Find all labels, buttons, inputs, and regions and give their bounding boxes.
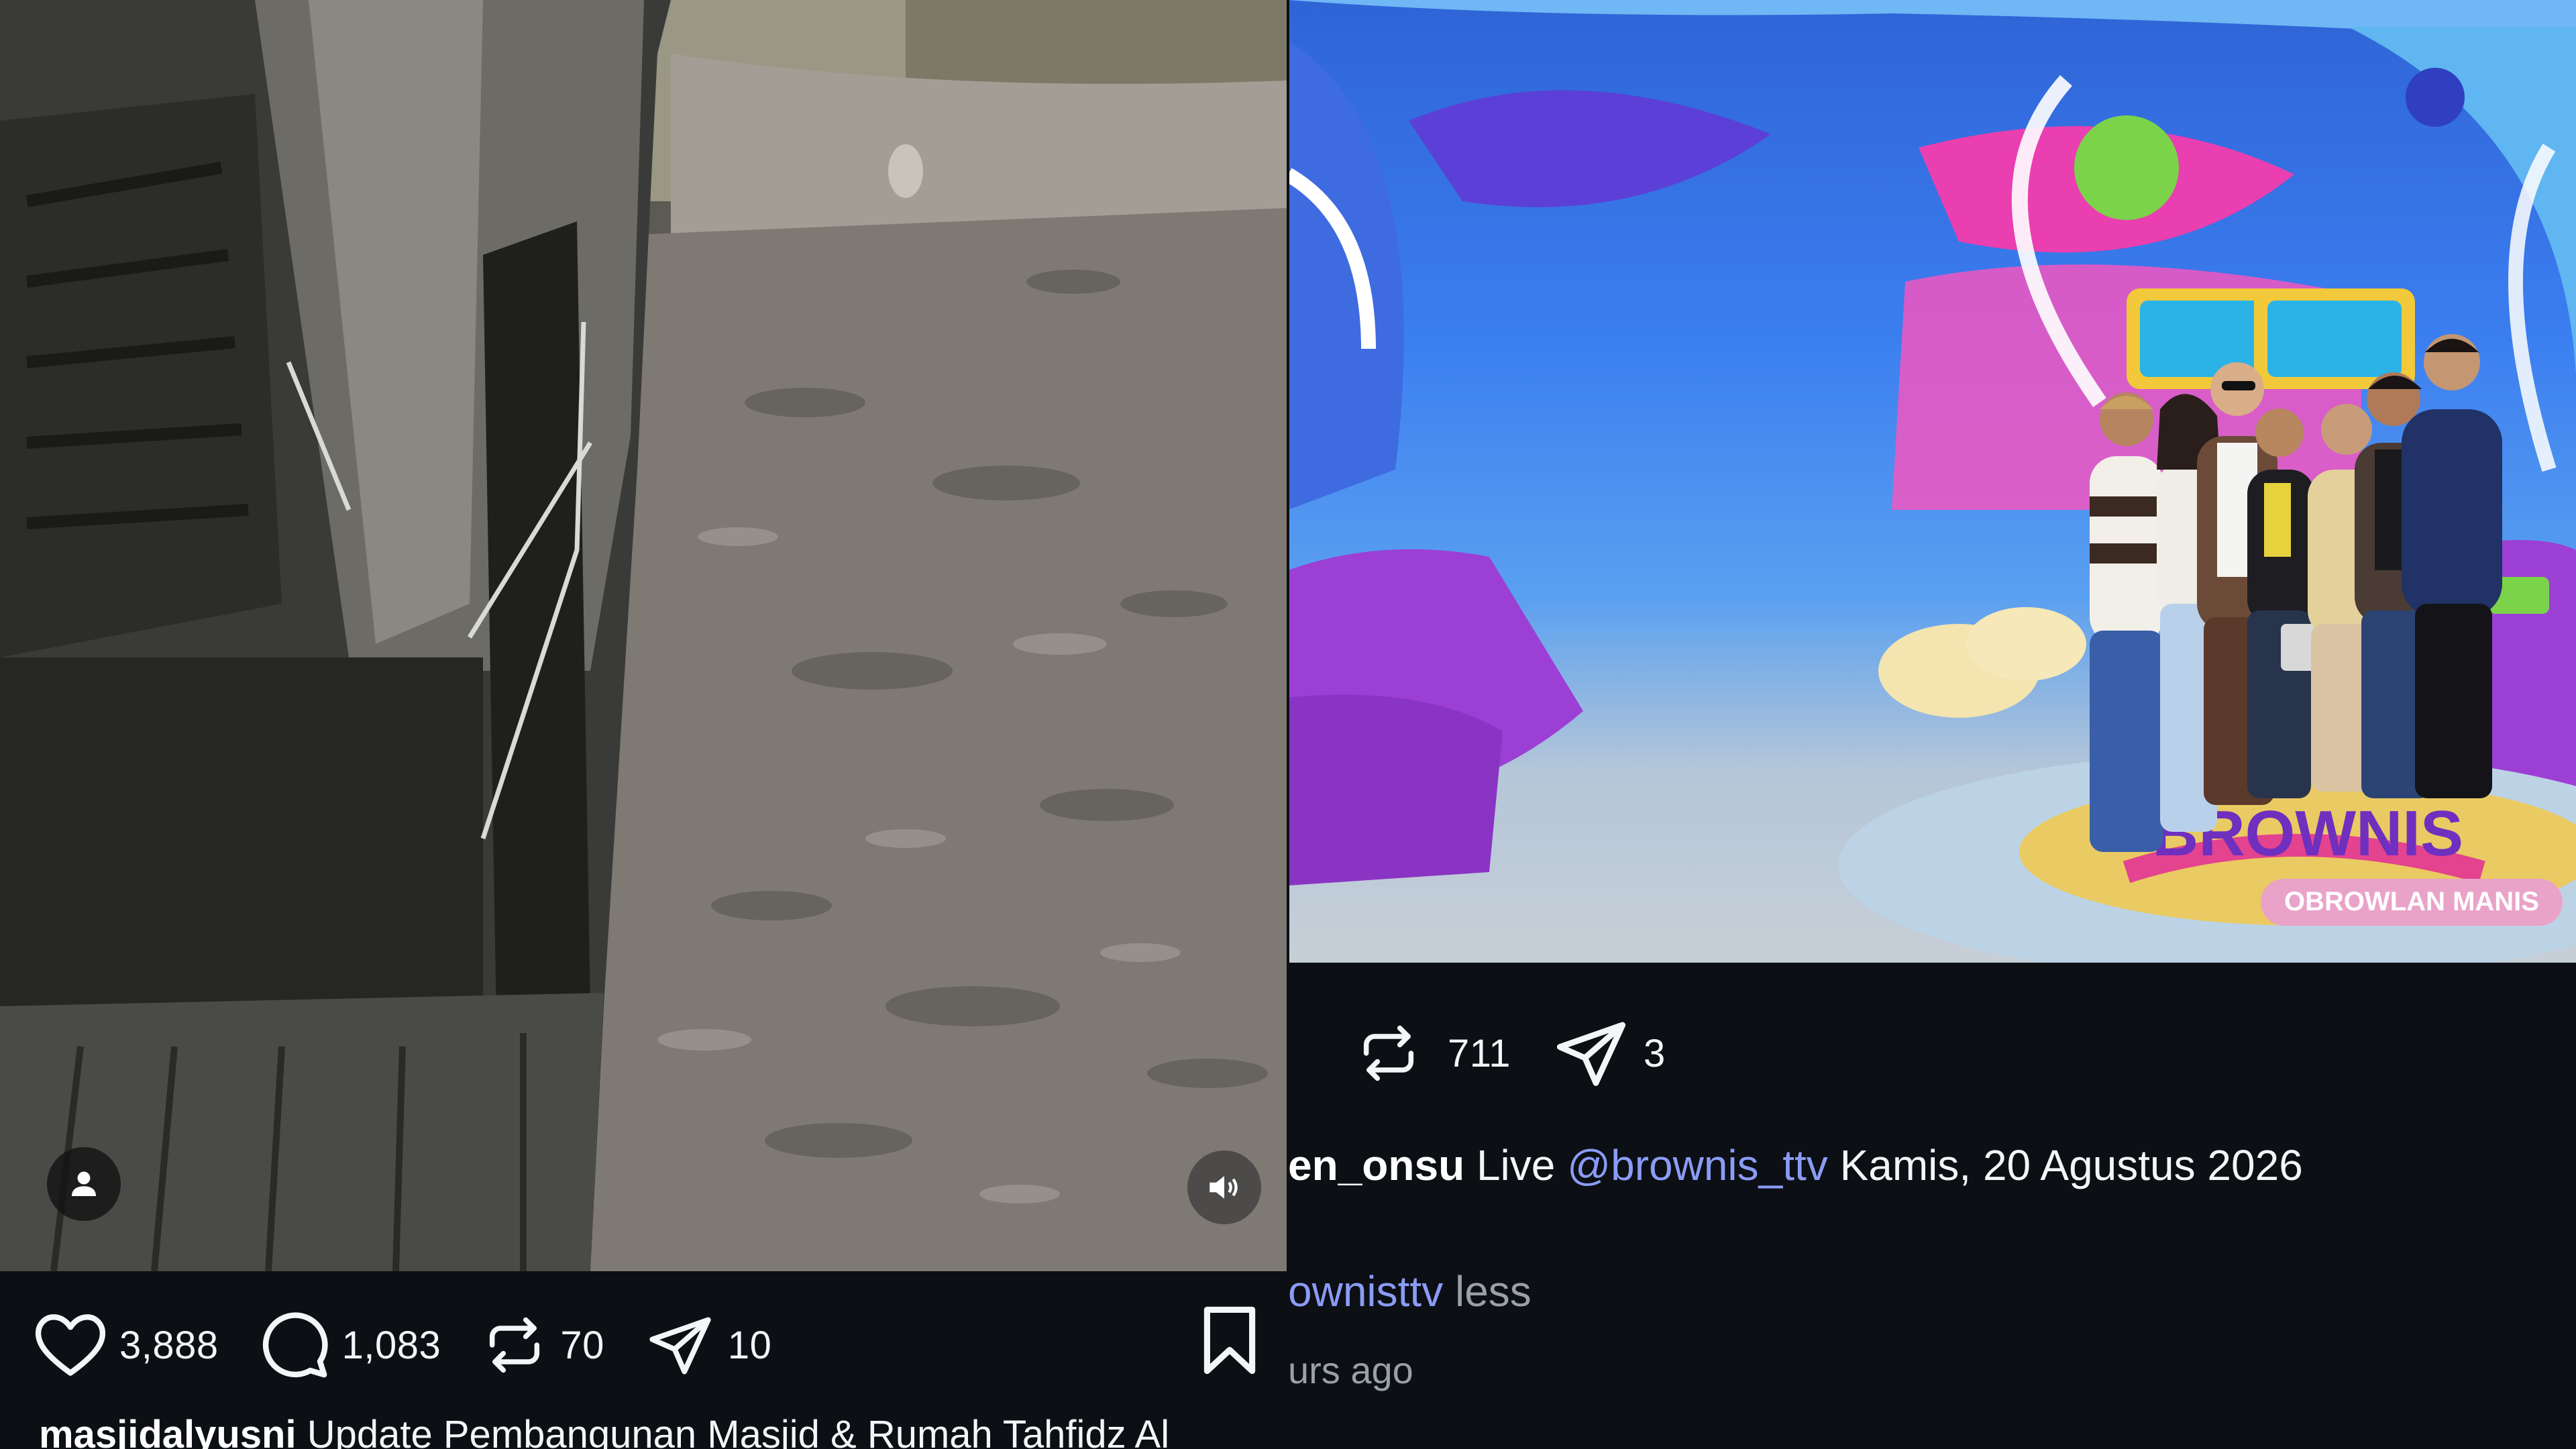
caption-text-live: Live: [1476, 1141, 1556, 1189]
repost-button[interactable]: 70: [481, 1311, 604, 1379]
share-button[interactable]: 10: [645, 1311, 772, 1379]
left-post-video[interactable]: [0, 0, 1288, 1271]
comment-count: 1,083: [341, 1323, 441, 1367]
like-count: 3,888: [119, 1323, 219, 1367]
right-post-caption: en_onsu Live @brownis_ttv Kamis, 20 Agus…: [1288, 1140, 2303, 1190]
repost-button[interactable]: 711: [1355, 1020, 1511, 1087]
repost-arrows-icon: [1363, 1025, 1414, 1081]
hashtag-link[interactable]: ownisttv: [1288, 1267, 1443, 1316]
person-icon: [72, 1171, 96, 1196]
tagged-users-button[interactable]: [47, 1147, 121, 1221]
paper-plane-icon: [649, 1317, 711, 1375]
repost-count: 711: [1448, 1031, 1511, 1075]
speaker-icon: [1210, 1176, 1238, 1199]
right-post-panel: OBROWLAN MANIS BROWNIS 711 3 en_onsu Liv…: [1288, 0, 2576, 1449]
repost-arrows-icon: [490, 1317, 540, 1373]
less-toggle[interactable]: less: [1455, 1267, 1532, 1316]
caption-text-date: Kamis, 20 Agustus 2026: [1839, 1141, 2303, 1189]
right-post-photo[interactable]: OBROWLAN MANIS BROWNIS: [1288, 0, 2576, 963]
speech-bubble-icon: [262, 1312, 328, 1378]
post-username[interactable]: masjidalyusni: [39, 1413, 297, 1449]
comment-button[interactable]: 1,083: [259, 1309, 441, 1381]
set-sign-text: OBROWLAN MANIS: [2284, 887, 2539, 916]
post-timestamp: urs ago: [1288, 1349, 1413, 1391]
tv-studio-group-photo: OBROWLAN MANIS BROWNIS: [1288, 0, 2576, 963]
volume-button[interactable]: [1187, 1150, 1261, 1224]
caption-continued: ownisttv less: [1288, 1267, 1532, 1316]
share-button[interactable]: 3: [1551, 1016, 1666, 1091]
repost-count: 70: [560, 1323, 604, 1367]
paper-plane-icon: [1556, 1022, 1626, 1086]
construction-site-frame: [0, 0, 1288, 1271]
bookmark-icon: [1203, 1306, 1256, 1375]
like-button[interactable]: 3,888: [34, 1311, 219, 1379]
left-post-actions: 3,888 1,083 70 10: [34, 1298, 812, 1392]
left-post-caption: masjidalyusni Update Pembangunan Masjid …: [39, 1412, 1169, 1449]
share-count: 10: [727, 1323, 772, 1367]
caption-text: Update Pembangunan Masjid & Rumah Tahfid…: [307, 1413, 1170, 1449]
panel-divider: [1287, 0, 1289, 1449]
share-count: 3: [1643, 1031, 1666, 1075]
heart-icon: [35, 1314, 106, 1376]
bookmark-button[interactable]: [1197, 1305, 1262, 1379]
left-post-panel: 3,888 1,083 70 10 masjidalyusni Update P…: [0, 0, 1288, 1449]
caption-username[interactable]: en_onsu: [1288, 1141, 1464, 1189]
mention-link[interactable]: @brownis_ttv: [1567, 1141, 1828, 1189]
right-post-actions: 711 3: [1288, 1006, 1706, 1100]
